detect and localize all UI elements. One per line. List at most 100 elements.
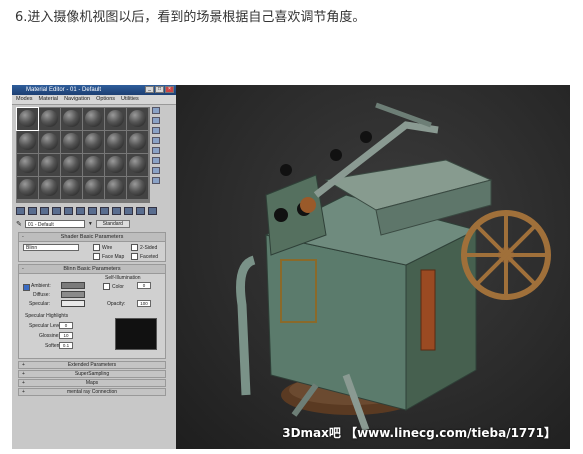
menu-material[interactable]: Material (39, 95, 59, 104)
camera-viewport[interactable]: 3Dmax吧 【www.linecg.com/tieba/1771】 (176, 85, 570, 449)
sample-slot[interactable] (127, 131, 148, 153)
black-knob (330, 149, 342, 161)
3dsmax-screenshot: Material Editor - 01 - Default _ □ × Mod… (12, 85, 570, 449)
rollout-extended-parameters[interactable]: Extended Parameters (18, 361, 166, 369)
self-illum-color-checkbox[interactable]: Color (103, 283, 124, 290)
go-forward-sibling-icon[interactable] (148, 207, 157, 215)
sample-slot[interactable] (127, 108, 148, 130)
get-material-icon[interactable] (16, 207, 25, 215)
black-knob (280, 164, 292, 176)
ambient-swatch[interactable] (61, 282, 85, 289)
menu-options[interactable]: Options (96, 95, 115, 104)
assign-to-selection-icon[interactable] (40, 207, 49, 215)
faceted-checkbox[interactable]: Faceted (131, 253, 158, 260)
sample-slot[interactable] (17, 177, 38, 199)
tiling-icon[interactable] (152, 137, 160, 144)
sample-slot[interactable] (17, 131, 38, 153)
eyedropper-icon[interactable]: ✎ (16, 220, 22, 228)
sample-slot[interactable] (83, 131, 104, 153)
material-id-icon[interactable] (100, 207, 109, 215)
black-knob (360, 131, 372, 143)
menu-modes[interactable]: Modes (16, 95, 33, 104)
soften-spinner[interactable]: 0.1 (59, 342, 73, 349)
material-type-button[interactable]: Standard (95, 220, 130, 228)
specular-level-spinner[interactable]: 0 (59, 322, 73, 329)
shader-rollout-header[interactable]: Shader Basic Parameters (19, 233, 165, 242)
shader-rollout: Shader Basic Parameters Blinn Wire 2-Sid… (18, 232, 166, 262)
blinn-rollout-header[interactable]: Blinn Basic Parameters (19, 265, 165, 274)
sample-slot[interactable] (127, 154, 148, 176)
select-by-material-icon[interactable] (152, 177, 160, 184)
material-editor-titlebar[interactable]: Material Editor - 01 - Default _ □ × (12, 85, 176, 95)
specular-label: Specular: (29, 301, 51, 307)
sample-slot[interactable] (61, 131, 82, 153)
color-label: Color (112, 283, 124, 290)
show-end-result-icon[interactable] (124, 207, 133, 215)
minimize-button[interactable]: _ (145, 86, 154, 93)
faceted-label: Faceted (140, 253, 159, 260)
rollout-supersampling[interactable]: SuperSampling (18, 370, 166, 378)
window-title: Material Editor - 01 - Default (26, 87, 102, 93)
maximize-button[interactable]: □ (155, 86, 164, 93)
make-unique-icon[interactable] (76, 207, 85, 215)
background-icon[interactable] (152, 127, 160, 134)
backlight-icon[interactable] (152, 117, 160, 124)
put-to-library-icon[interactable] (88, 207, 97, 215)
glossiness-spinner[interactable]: 10 (59, 332, 73, 339)
sample-slot[interactable] (105, 177, 126, 199)
go-to-parent-icon[interactable] (136, 207, 145, 215)
left-pipe (236, 255, 256, 396)
menu-navigation[interactable]: Navigation (64, 95, 90, 104)
make-preview-icon[interactable] (152, 157, 160, 164)
sample-slot[interactable] (105, 131, 126, 153)
opacity-label: Opacity: (107, 301, 126, 307)
sample-slot[interactable] (39, 177, 60, 199)
face-map-label: Face Map (102, 253, 125, 260)
shader-dropdown[interactable]: Blinn (23, 244, 79, 251)
wire-label: Wire (102, 244, 113, 251)
rollout-mental-ray[interactable]: mental ray Connection (18, 388, 166, 396)
sample-slot[interactable] (61, 108, 82, 130)
material-name-field[interactable]: 01 - Default (24, 220, 85, 228)
rendered-machine-image (236, 102, 551, 432)
opacity-spinner[interactable]: 100 (137, 300, 151, 307)
sample-slot[interactable] (16, 107, 39, 131)
video-check-icon[interactable] (152, 147, 160, 154)
sample-slot[interactable] (83, 108, 104, 130)
sample-slot[interactable] (39, 131, 60, 153)
spec-highlights-label: Specular Highlights (25, 313, 69, 319)
two-sided-checkbox[interactable]: 2-Sided (131, 244, 157, 251)
reset-icon[interactable] (52, 207, 61, 215)
sample-slot[interactable] (83, 177, 104, 199)
show-map-icon[interactable] (112, 207, 121, 215)
sample-slot[interactable] (105, 154, 126, 176)
two-sided-label: 2-Sided (140, 244, 158, 251)
wire-checkbox[interactable]: Wire (93, 244, 112, 251)
diffuse-label: Diffuse: (33, 292, 50, 298)
sample-slot[interactable] (83, 154, 104, 176)
sample-slot[interactable] (17, 154, 38, 176)
dropdown-arrow-icon[interactable]: ▼ (88, 221, 93, 227)
sample-slot[interactable] (39, 108, 60, 130)
sample-slot[interactable] (39, 154, 60, 176)
put-to-scene-icon[interactable] (28, 207, 37, 215)
sample-slot[interactable] (127, 177, 148, 199)
rusty-gear (300, 197, 316, 213)
rollout-maps[interactable]: Maps (18, 379, 166, 387)
diffuse-swatch[interactable] (61, 291, 85, 298)
sample-slot[interactable] (61, 154, 82, 176)
sample-slot[interactable] (61, 177, 82, 199)
make-copy-icon[interactable] (64, 207, 73, 215)
sample-type-icon[interactable] (152, 107, 160, 114)
specular-swatch[interactable] (61, 300, 85, 307)
ambient-label: Ambient: (31, 283, 51, 289)
face-map-checkbox[interactable]: Face Map (93, 253, 124, 260)
material-name-row: ✎ 01 - Default ▼ Standard (16, 220, 130, 228)
sample-slot[interactable] (105, 108, 126, 130)
self-illum-spinner[interactable]: 0 (137, 282, 151, 289)
options-icon[interactable] (152, 167, 160, 174)
menu-utilities[interactable]: Utilities (121, 95, 139, 104)
highlight-curve-preview (115, 318, 157, 350)
close-button[interactable]: × (165, 86, 174, 93)
bottom-toolbar (16, 207, 157, 215)
